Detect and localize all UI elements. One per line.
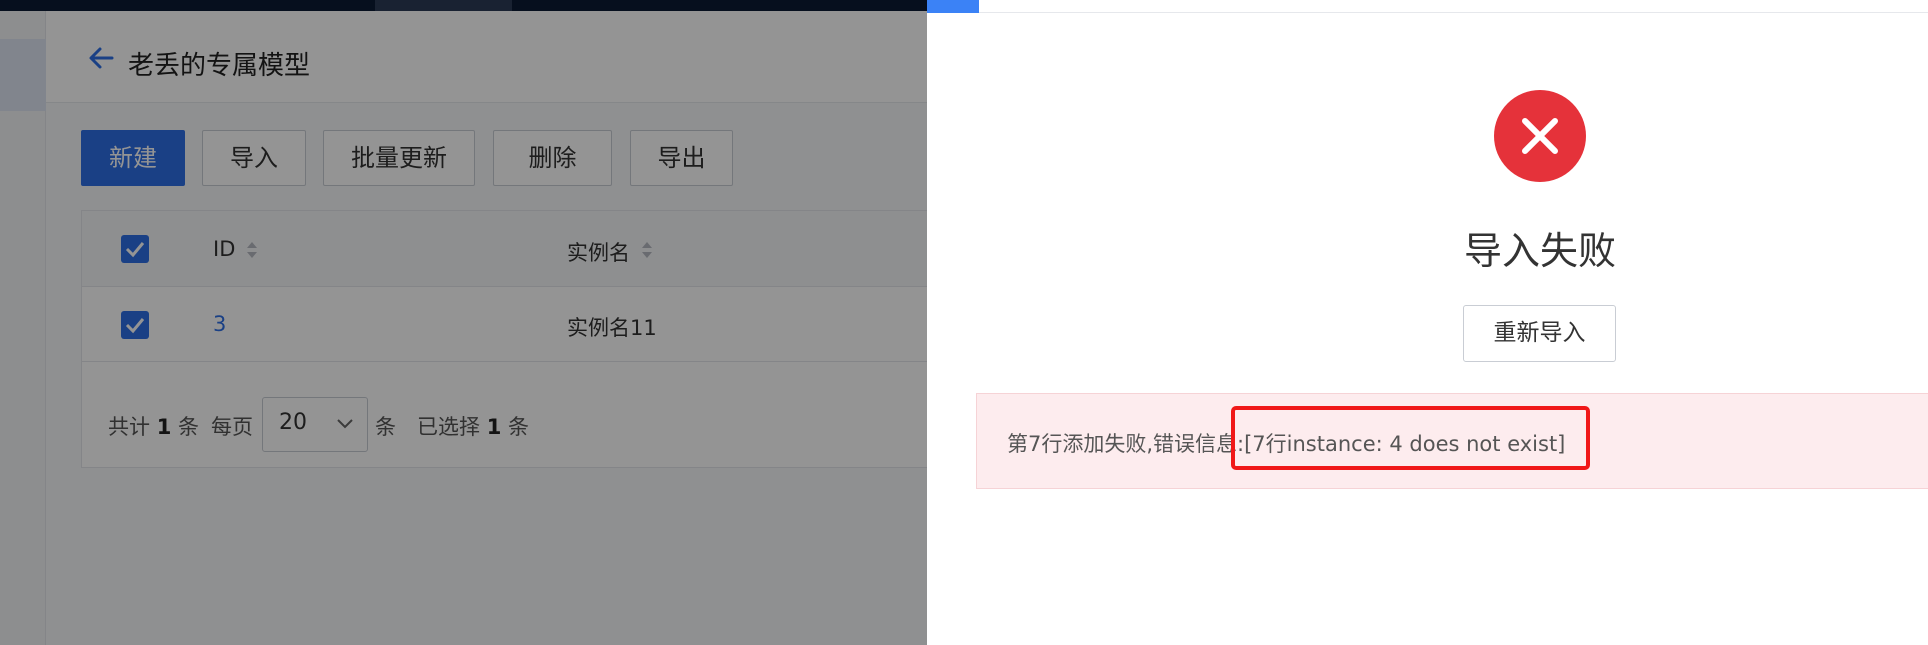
modal-mask[interactable] (0, 0, 927, 645)
highlight-annotation (1231, 406, 1590, 470)
background-page: 老丢的专属模型 新建 导入 批量更新 删除 导出 ID 实例名 3 实例名11 … (0, 0, 927, 645)
drawer-top-border (927, 12, 1928, 13)
reimport-button[interactable]: 重新导入 (1463, 305, 1616, 362)
drawer-active-tab-indicator (927, 0, 979, 13)
close-circle-icon (1494, 90, 1586, 182)
import-failed-title: 导入失败 (1463, 229, 1616, 273)
close-icon (1522, 118, 1558, 154)
import-result-drawer: 导入失败 重新导入 第7行添加失败,错误信息:[7行instance: 4 do… (927, 0, 1928, 645)
